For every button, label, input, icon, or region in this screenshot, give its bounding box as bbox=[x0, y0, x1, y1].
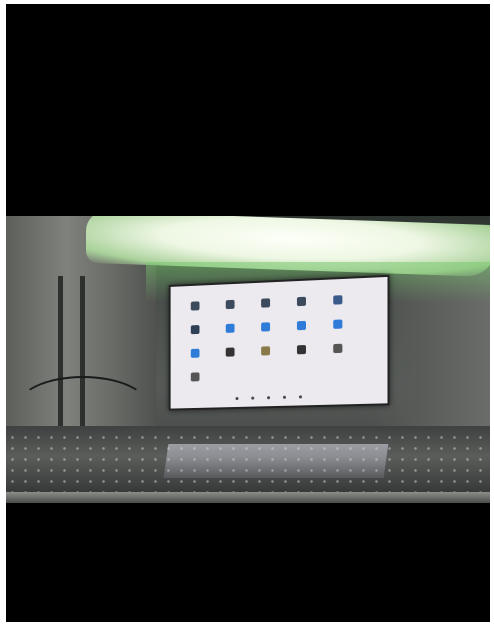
app-icon bbox=[225, 347, 235, 357]
app-tile[interactable] bbox=[223, 323, 237, 344]
app-icon bbox=[260, 346, 270, 356]
app-icon bbox=[296, 296, 306, 307]
video-frame bbox=[6, 4, 490, 622]
app-tile[interactable] bbox=[258, 298, 272, 319]
photo-scene bbox=[6, 216, 490, 503]
app-tile[interactable] bbox=[188, 325, 202, 345]
app-icon bbox=[190, 348, 200, 358]
app-tile[interactable] bbox=[294, 345, 308, 366]
app-tile[interactable] bbox=[330, 343, 344, 365]
app-icon bbox=[260, 322, 270, 332]
nav-dot bbox=[235, 396, 238, 400]
app-tile[interactable] bbox=[258, 322, 272, 342]
folder-icon bbox=[332, 319, 342, 329]
nav-dot bbox=[250, 396, 254, 400]
app-grid bbox=[184, 294, 379, 382]
app-tile[interactable] bbox=[294, 320, 308, 342]
app-icon bbox=[190, 301, 200, 311]
tablet-screen bbox=[168, 274, 390, 411]
tablet-navbar bbox=[229, 393, 308, 401]
nav-dot bbox=[266, 395, 270, 399]
app-icon bbox=[296, 320, 306, 331]
screen-reflection bbox=[163, 444, 389, 478]
app-icon bbox=[225, 299, 235, 310]
app-tile[interactable] bbox=[223, 299, 237, 320]
gear-icon bbox=[332, 295, 342, 305]
app-tile[interactable] bbox=[223, 347, 237, 367]
app-icon bbox=[260, 298, 270, 308]
nav-dot bbox=[298, 394, 302, 398]
app-tile[interactable] bbox=[188, 372, 202, 392]
app-tile[interactable] bbox=[188, 301, 202, 321]
app-tile[interactable] bbox=[330, 319, 344, 340]
app-icon bbox=[225, 323, 235, 333]
app-tile[interactable] bbox=[258, 346, 272, 366]
app-tile[interactable] bbox=[330, 295, 344, 316]
shelf-edge bbox=[6, 492, 490, 503]
app-icon bbox=[296, 345, 306, 355]
search-icon bbox=[332, 343, 342, 354]
nav-dot bbox=[282, 395, 286, 399]
app-tile[interactable] bbox=[294, 296, 308, 318]
tablet-search-bar bbox=[240, 287, 280, 295]
app-tile[interactable] bbox=[188, 348, 202, 369]
app-icon bbox=[190, 325, 200, 335]
location-icon bbox=[190, 372, 200, 382]
